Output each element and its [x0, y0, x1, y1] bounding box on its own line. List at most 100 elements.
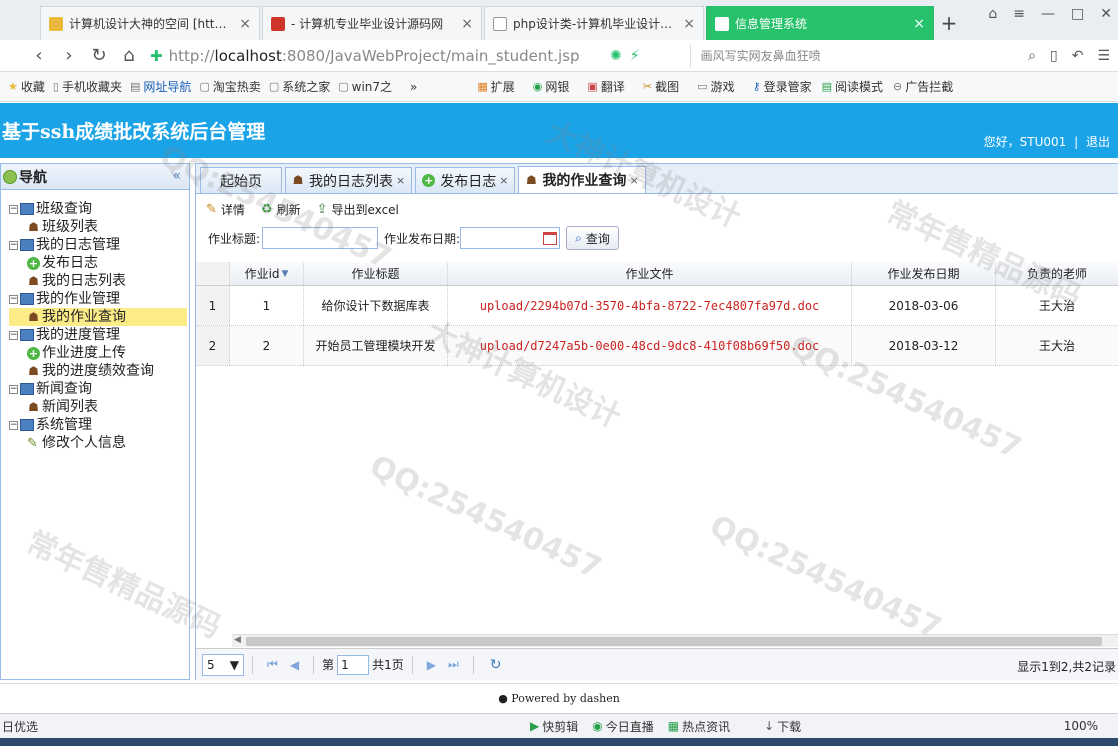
tree-item-publish-log[interactable]: + 发布日志 [1, 254, 189, 272]
toolbar-item[interactable]: ▤ 阅读模式 [822, 78, 883, 95]
close-icon[interactable]: × [629, 174, 638, 187]
query-button[interactable]: ⌕ 查询 [566, 226, 619, 250]
bookmark-item[interactable]: ▢ 系统之家 [269, 78, 330, 95]
new-tab-button[interactable]: + [934, 6, 964, 40]
tree-group-class-query[interactable]: − 班级查询 [1, 200, 189, 218]
column-header-teacher[interactable]: 负责的老师 [996, 262, 1118, 285]
status-item-live[interactable]: ◉ 今日直播 [592, 718, 654, 735]
close-window-icon[interactable]: ✕ [1100, 6, 1112, 22]
forward-icon[interactable]: › [54, 45, 84, 66]
menu-icon[interactable]: ☰ [1097, 48, 1110, 64]
bookmark-item[interactable]: ▢ win7之 [338, 78, 392, 95]
tree-item-progress-upload[interactable]: + 作业进度上传 [1, 344, 189, 362]
collapse-icon[interactable]: « [172, 168, 181, 184]
bookmark-item[interactable]: ▢ 淘宝热卖 [199, 78, 260, 95]
minus-icon[interactable]: − [9, 420, 18, 430]
minus-icon[interactable]: − [9, 384, 18, 394]
status-item-quick-edit[interactable]: ▶ 快剪辑 [530, 718, 578, 735]
scrollbar-thumb[interactable] [246, 637, 1102, 646]
toolbar-item[interactable]: ⊖ 广告拦截 [893, 78, 953, 95]
phone-icon[interactable]: ▯ [1050, 48, 1058, 64]
title-filter-input[interactable] [262, 227, 379, 249]
minus-icon[interactable]: − [9, 204, 18, 214]
home-icon[interactable]: ⌂ [114, 45, 144, 66]
first-page-icon[interactable]: ⏮ [267, 657, 278, 672]
calendar-icon[interactable] [543, 231, 558, 245]
tree-group-log-manage[interactable]: − 我的日志管理 [1, 236, 189, 254]
bookmarks-more-button[interactable]: » [410, 80, 417, 94]
last-page-icon[interactable]: ⏭ [448, 657, 459, 672]
table-row[interactable]: 1 1 给你设计下数据库表 upload/2294b07d-3570-4bfa-… [196, 286, 1118, 326]
menu-icon[interactable]: ≡ [1013, 6, 1025, 22]
back-icon[interactable]: ‹ [24, 45, 54, 66]
close-icon[interactable]: × [499, 174, 508, 187]
minus-icon[interactable]: − [9, 330, 18, 340]
page-size-select[interactable]: 5 ▼ [202, 653, 244, 676]
toolbar-item[interactable]: ▦ 扩展 [477, 78, 514, 95]
bookmark-item[interactable]: ★ 收藏 [8, 78, 45, 95]
minus-icon[interactable]: − [9, 294, 18, 304]
toolbar-item[interactable]: ▭ 游戏 [697, 78, 734, 95]
maximize-icon[interactable]: □ [1071, 6, 1084, 22]
toolbar-item[interactable]: ⚷ 登录管家 [753, 78, 812, 95]
column-header-file[interactable]: 作业文件 [448, 262, 852, 285]
table-row[interactable]: 2 2 开始员工管理模块开发 upload/d7247a5b-0e00-48cd… [196, 326, 1118, 366]
undo-icon[interactable]: ↶ [1072, 48, 1084, 64]
tree-group-news-query[interactable]: − 新闻查询 [1, 380, 189, 398]
speed-icon[interactable]: ✺ [610, 48, 622, 64]
column-header-title[interactable]: 作业标题 [304, 262, 448, 285]
refresh-icon[interactable]: ↻ [490, 657, 502, 673]
tab-my-log-list[interactable]: ☗ 我的日志列表 × [285, 167, 413, 193]
browser-tab-4[interactable]: 信息管理系统 × [706, 6, 934, 40]
tab-publish-log[interactable]: + 发布日志 × [415, 167, 516, 193]
minus-icon[interactable]: − [9, 240, 18, 250]
bookmark-item[interactable]: ▤ 网址导航 [130, 78, 191, 95]
url-field[interactable]: ✚ http://localhost:8080/JavaWebProject/m… [150, 44, 590, 68]
tree-item-progress-query[interactable]: ☗ 我的进度绩效查询 [1, 362, 189, 380]
zoom-level[interactable]: 100% [1064, 719, 1098, 733]
scroll-left-icon[interactable]: ◀ [234, 635, 241, 645]
tab-start-page[interactable]: 起始页 [200, 167, 282, 193]
status-item-download[interactable]: ↓ 下载 [764, 718, 801, 735]
detail-button[interactable]: ✎ 详情 [206, 201, 245, 218]
browser-tab-3[interactable]: php设计类-计算机毕业设计源码 × [484, 6, 704, 40]
toolbar-item[interactable]: ◉ 网银 [533, 78, 570, 95]
next-page-icon[interactable]: ▶ [427, 658, 436, 672]
column-header-id[interactable]: 作业id ▼ [230, 262, 304, 285]
close-icon[interactable]: × [461, 16, 473, 32]
browser-tab-2[interactable]: - 计算机专业毕业设计源码网 × [262, 6, 482, 40]
column-header-date[interactable]: 作业发布日期 [852, 262, 996, 285]
file-link[interactable]: upload/d7247a5b-0e00-48cd-9dc8-410f08b69… [480, 339, 820, 353]
date-filter-input[interactable] [460, 227, 561, 249]
tree-group-system-manage[interactable]: − 系统管理 [1, 416, 189, 434]
close-icon[interactable]: × [239, 16, 251, 32]
export-excel-button[interactable]: ⇪ 导出到excel [317, 201, 399, 218]
tree-item-my-log-list[interactable]: ☗ 我的日志列表 [1, 272, 189, 290]
logout-link[interactable]: 退出 [1086, 135, 1110, 149]
minimize-icon[interactable]: — [1041, 6, 1055, 22]
skin-icon[interactable]: ⌂ [988, 6, 997, 22]
tree-item-news-list[interactable]: ☗ 新闻列表 [1, 398, 189, 416]
close-icon[interactable]: × [683, 16, 695, 32]
search-icon[interactable]: ⌕ [1028, 48, 1036, 64]
file-link[interactable]: upload/2294b07d-3570-4bfa-8722-7ec4807fa… [480, 299, 820, 313]
lightning-icon[interactable]: ⚡ [630, 48, 640, 64]
tab-my-homework-query[interactable]: ☗ 我的作业查询 × [518, 166, 646, 193]
status-item-news[interactable]: ▦ 热点资讯 [668, 718, 730, 735]
close-icon[interactable]: × [913, 16, 925, 32]
browser-tab-1[interactable]: 计算机设计大神的空间 [http://... × [40, 6, 260, 40]
reload-icon[interactable]: ↻ [84, 45, 114, 66]
toolbar-item[interactable]: ✂ 截图 [643, 78, 679, 95]
tree-item-edit-profile[interactable]: ✎ 修改个人信息 [1, 434, 189, 452]
page-number-input[interactable]: 1 [337, 654, 370, 675]
bookmark-item[interactable]: ▯ 手机收藏夹 [53, 78, 122, 95]
horizontal-scrollbar[interactable]: ◀ [232, 634, 1118, 647]
close-icon[interactable]: × [396, 174, 405, 187]
tree-group-homework-manage[interactable]: − 我的作业管理 [1, 290, 189, 308]
tree-group-progress-manage[interactable]: − 我的进度管理 [1, 326, 189, 344]
tree-item-my-homework-query[interactable]: ☗ 我的作业查询 [9, 308, 187, 326]
search-input[interactable]: 画风写实网友鼻血狂喷 [689, 43, 970, 68]
tree-item-class-list[interactable]: ☗ 班级列表 [1, 218, 189, 236]
toolbar-item[interactable]: ▣ 翻译 [587, 78, 624, 95]
prev-page-icon[interactable]: ◀ [290, 658, 299, 672]
